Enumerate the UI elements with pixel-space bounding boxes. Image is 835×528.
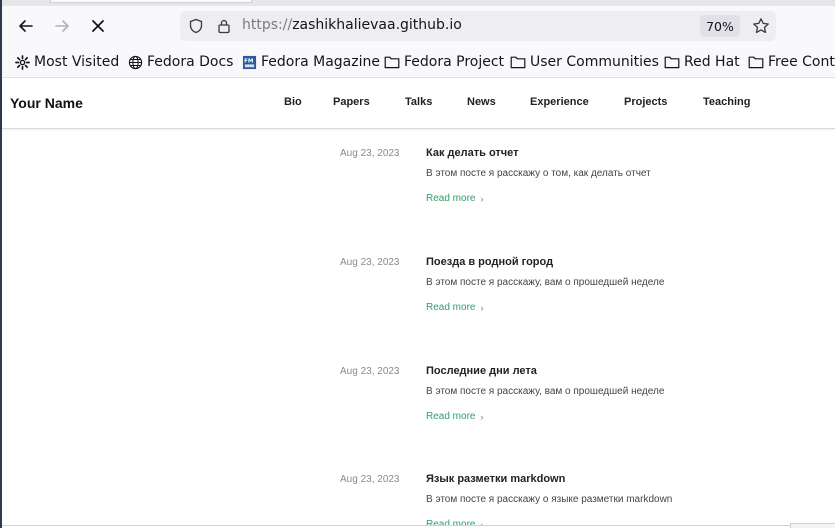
star-icon[interactable] [752, 17, 770, 35]
nav-news[interactable]: News [467, 96, 496, 108]
address-bar[interactable]: https://zashikhalievaa.github.io 70% [180, 11, 776, 41]
active-tab[interactable] [50, 0, 252, 3]
read-more-label: Read more [426, 193, 476, 204]
post-title[interactable]: Последние дни лета [426, 365, 537, 377]
nav-papers[interactable]: Papers [333, 96, 370, 108]
folder-icon [664, 56, 680, 69]
nav-teaching[interactable]: Teaching [703, 96, 750, 108]
bookmark-label: Free Conte [768, 54, 835, 70]
site-brand[interactable]: Your Name [10, 95, 83, 111]
forward-button[interactable] [46, 10, 78, 42]
bookmark-free-content[interactable]: Free Conte [748, 52, 835, 72]
nav-experience[interactable]: Experience [530, 96, 589, 108]
stop-button[interactable] [82, 10, 114, 42]
read-more-link[interactable]: Read more › [426, 302, 483, 313]
post-date: Aug 23, 2023 [340, 148, 400, 159]
post-description: В этом посте я расскажу о том, как делат… [426, 168, 651, 179]
back-button[interactable] [10, 10, 42, 42]
post-description: В этом посте я расскажу, вам о прошедшей… [426, 277, 665, 288]
bookmark-user-communities[interactable]: User Communities [510, 52, 659, 72]
post-title[interactable]: Как делать отчет [426, 147, 519, 159]
bookmarks-bar: Most Visited Fedora Docs FM Fedora Magaz… [2, 46, 835, 78]
bookmark-label: Fedora Project [404, 54, 505, 70]
post-date: Aug 23, 2023 [340, 366, 400, 377]
folder-icon [510, 56, 526, 69]
bookmark-fedora-magazine[interactable]: FM Fedora Magazine [242, 52, 380, 72]
post-date: Aug 23, 2023 [340, 257, 400, 268]
read-more-label: Read more [426, 302, 476, 313]
bookmark-label: User Communities [530, 54, 659, 70]
post-date: Aug 23, 2023 [340, 474, 400, 485]
post-title[interactable]: Поезда в родной город [426, 256, 553, 268]
chevron-right-icon: › [480, 411, 484, 422]
lock-icon[interactable] [216, 18, 232, 34]
bookmark-label: Fedora Magazine [261, 54, 380, 70]
status-panel [790, 523, 835, 528]
url-host: zashikhalievaa.github.io [292, 17, 462, 33]
shield-icon[interactable] [188, 18, 204, 34]
bookmark-label: Red Hat [684, 54, 740, 70]
site-header: Your Name Bio Papers Talks News Experien… [2, 79, 835, 129]
nav-talks[interactable]: Talks [405, 96, 432, 108]
nav-bio[interactable]: Bio [284, 96, 302, 108]
browser-toolbar: https://zashikhalievaa.github.io 70% [2, 6, 835, 46]
bookmark-red-hat[interactable]: Red Hat [664, 52, 740, 72]
nav-projects[interactable]: Projects [624, 96, 667, 108]
fedora-magazine-icon: FM [242, 55, 257, 69]
post-description: В этом посте я расскажу, вам о прошедшей… [426, 386, 665, 397]
url-text[interactable]: https://zashikhalievaa.github.io [242, 17, 462, 33]
bookmark-label: Most Visited [34, 54, 120, 70]
bookmark-most-visited[interactable]: Most Visited [15, 52, 119, 72]
chevron-right-icon: › [480, 302, 484, 313]
folder-icon [384, 56, 400, 69]
zoom-badge[interactable]: 70% [700, 15, 740, 37]
gear-icon [15, 54, 30, 70]
bookmark-fedora-project[interactable]: Fedora Project [384, 52, 504, 72]
folder-icon [748, 56, 764, 69]
chevron-right-icon: › [480, 193, 484, 204]
post-title[interactable]: Язык разметки markdown [426, 473, 565, 485]
read-more-label: Read more [426, 411, 476, 422]
back-icon [19, 20, 33, 32]
read-more-link[interactable]: Read more › [426, 411, 483, 422]
forward-icon [55, 20, 69, 32]
svg-text:FM: FM [244, 58, 254, 64]
url-scheme: https:// [242, 17, 293, 33]
bookmark-label: Fedora Docs [147, 54, 234, 70]
globe-icon [128, 55, 143, 69]
bookmark-fedora-docs[interactable]: Fedora Docs [128, 52, 233, 72]
stop-icon [92, 20, 104, 32]
read-more-link[interactable]: Read more › [426, 193, 483, 204]
post-description: В этом посте я расскажу о языке разметки… [426, 494, 673, 505]
